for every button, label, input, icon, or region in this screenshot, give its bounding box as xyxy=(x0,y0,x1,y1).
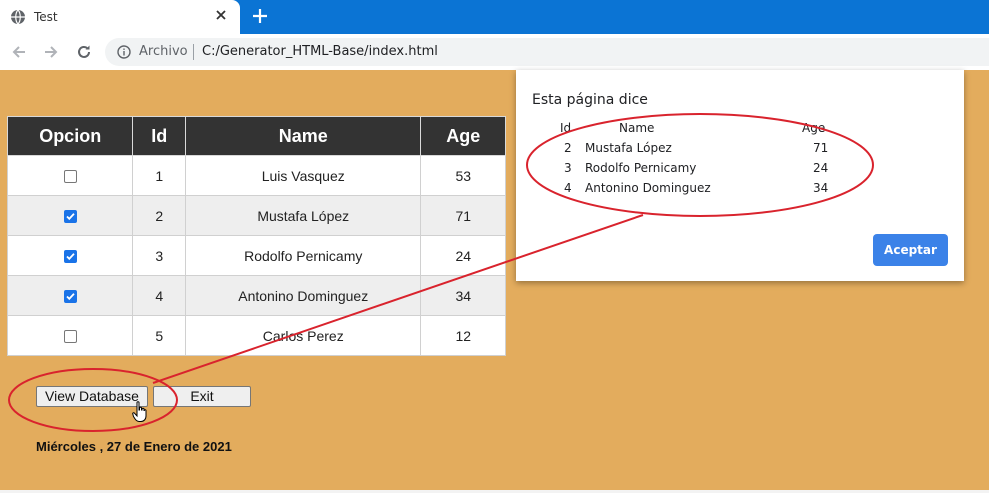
arrow-right-icon[interactable] xyxy=(42,43,60,61)
cell-id: 2 xyxy=(132,195,187,236)
url-text[interactable]: C:/Generator_HTML-Base/index.html xyxy=(202,44,438,59)
cell-name: Rodolfo Pernicamy xyxy=(185,235,422,276)
column-header-name: Name xyxy=(185,116,422,156)
people-table: Opcion Id Name Age 1 Luis Vasquez 53 2 Must… xyxy=(6,116,506,356)
cell-name: Carlos Perez xyxy=(185,315,422,356)
close-icon[interactable] xyxy=(213,7,229,23)
dialog-title: Esta página dice xyxy=(532,92,648,108)
globe-icon xyxy=(11,9,25,25)
table-row: 4 Antonino Dominguez 34 xyxy=(6,275,506,316)
table-header-row: Opcion Id Name Age xyxy=(6,116,506,156)
dialog-row-id: 2 xyxy=(564,141,572,155)
dialog-row-age: 34 xyxy=(813,181,829,195)
dialog-header-id: Id xyxy=(560,121,572,135)
column-header-opcion: Opcion xyxy=(6,116,134,156)
exit-button[interactable]: Exit xyxy=(153,386,251,407)
cell-id: 5 xyxy=(132,315,187,356)
dialog-row-id: 4 xyxy=(564,181,572,195)
table-row: 2 Mustafa López 71 xyxy=(6,195,506,236)
cell-age: 12 xyxy=(420,315,506,356)
cell-id: 1 xyxy=(132,155,187,196)
arrow-left-icon[interactable] xyxy=(10,43,28,61)
dialog-row-age: 71 xyxy=(813,141,829,155)
site-info-label: Archivo xyxy=(139,44,188,59)
table-row: 3 Rodolfo Pernicamy 24 xyxy=(6,235,506,276)
cell-age: 24 xyxy=(420,235,506,276)
row-checkbox[interactable] xyxy=(63,170,77,184)
plus-icon[interactable] xyxy=(251,7,269,25)
cell-opcion xyxy=(6,155,134,196)
cell-name: Antonino Dominguez xyxy=(185,275,422,316)
dialog-row-id: 3 xyxy=(564,161,572,175)
cell-opcion xyxy=(6,235,134,276)
cell-age: 71 xyxy=(420,195,506,236)
column-header-id: Id xyxy=(132,116,187,156)
dialog-header-name: Name xyxy=(619,121,655,135)
cell-opcion xyxy=(6,195,134,236)
hand-pointer-icon xyxy=(132,401,147,422)
tab-strip: Test xyxy=(0,0,989,34)
omnibox-divider xyxy=(193,44,194,60)
table-row: 5 Carlos Perez 12 xyxy=(6,315,506,356)
date-label: Miércoles , 27 de Enero de 2021 xyxy=(36,439,232,454)
row-checkbox[interactable] xyxy=(63,210,77,224)
cell-name: Luis Vasquez xyxy=(185,155,422,196)
dialog-row-name: Antonino Dominguez xyxy=(585,181,711,195)
alert-dialog: Esta página dice Id Name Age 2 Mustafa Ló… xyxy=(516,70,964,281)
tab-title: Test xyxy=(34,10,58,24)
column-header-age: Age xyxy=(420,116,506,156)
cell-age: 53 xyxy=(420,155,506,196)
reload-icon[interactable] xyxy=(75,43,93,61)
checkmark-icon xyxy=(66,213,75,221)
dialog-row-name: Rodolfo Pernicamy xyxy=(585,161,697,175)
cell-name: Mustafa López xyxy=(185,195,422,236)
cell-age: 34 xyxy=(420,275,506,316)
browser-tab[interactable]: Test xyxy=(0,0,240,34)
info-icon[interactable] xyxy=(117,45,131,59)
table-row: 1 Luis Vasquez 53 xyxy=(6,155,506,196)
row-checkbox[interactable] xyxy=(63,290,77,304)
cell-opcion xyxy=(6,315,134,356)
cell-id: 4 xyxy=(132,275,187,316)
accept-button[interactable]: Aceptar xyxy=(873,234,948,266)
cell-id: 3 xyxy=(132,235,187,276)
dialog-row-name: Mustafa López xyxy=(585,141,672,155)
checkmark-icon xyxy=(66,293,75,301)
row-checkbox[interactable] xyxy=(63,330,77,344)
checkmark-icon xyxy=(66,253,75,261)
cell-opcion xyxy=(6,275,134,316)
row-checkbox[interactable] xyxy=(63,250,77,264)
dialog-row-age: 24 xyxy=(813,161,829,175)
dialog-header-age: Age xyxy=(802,121,826,135)
